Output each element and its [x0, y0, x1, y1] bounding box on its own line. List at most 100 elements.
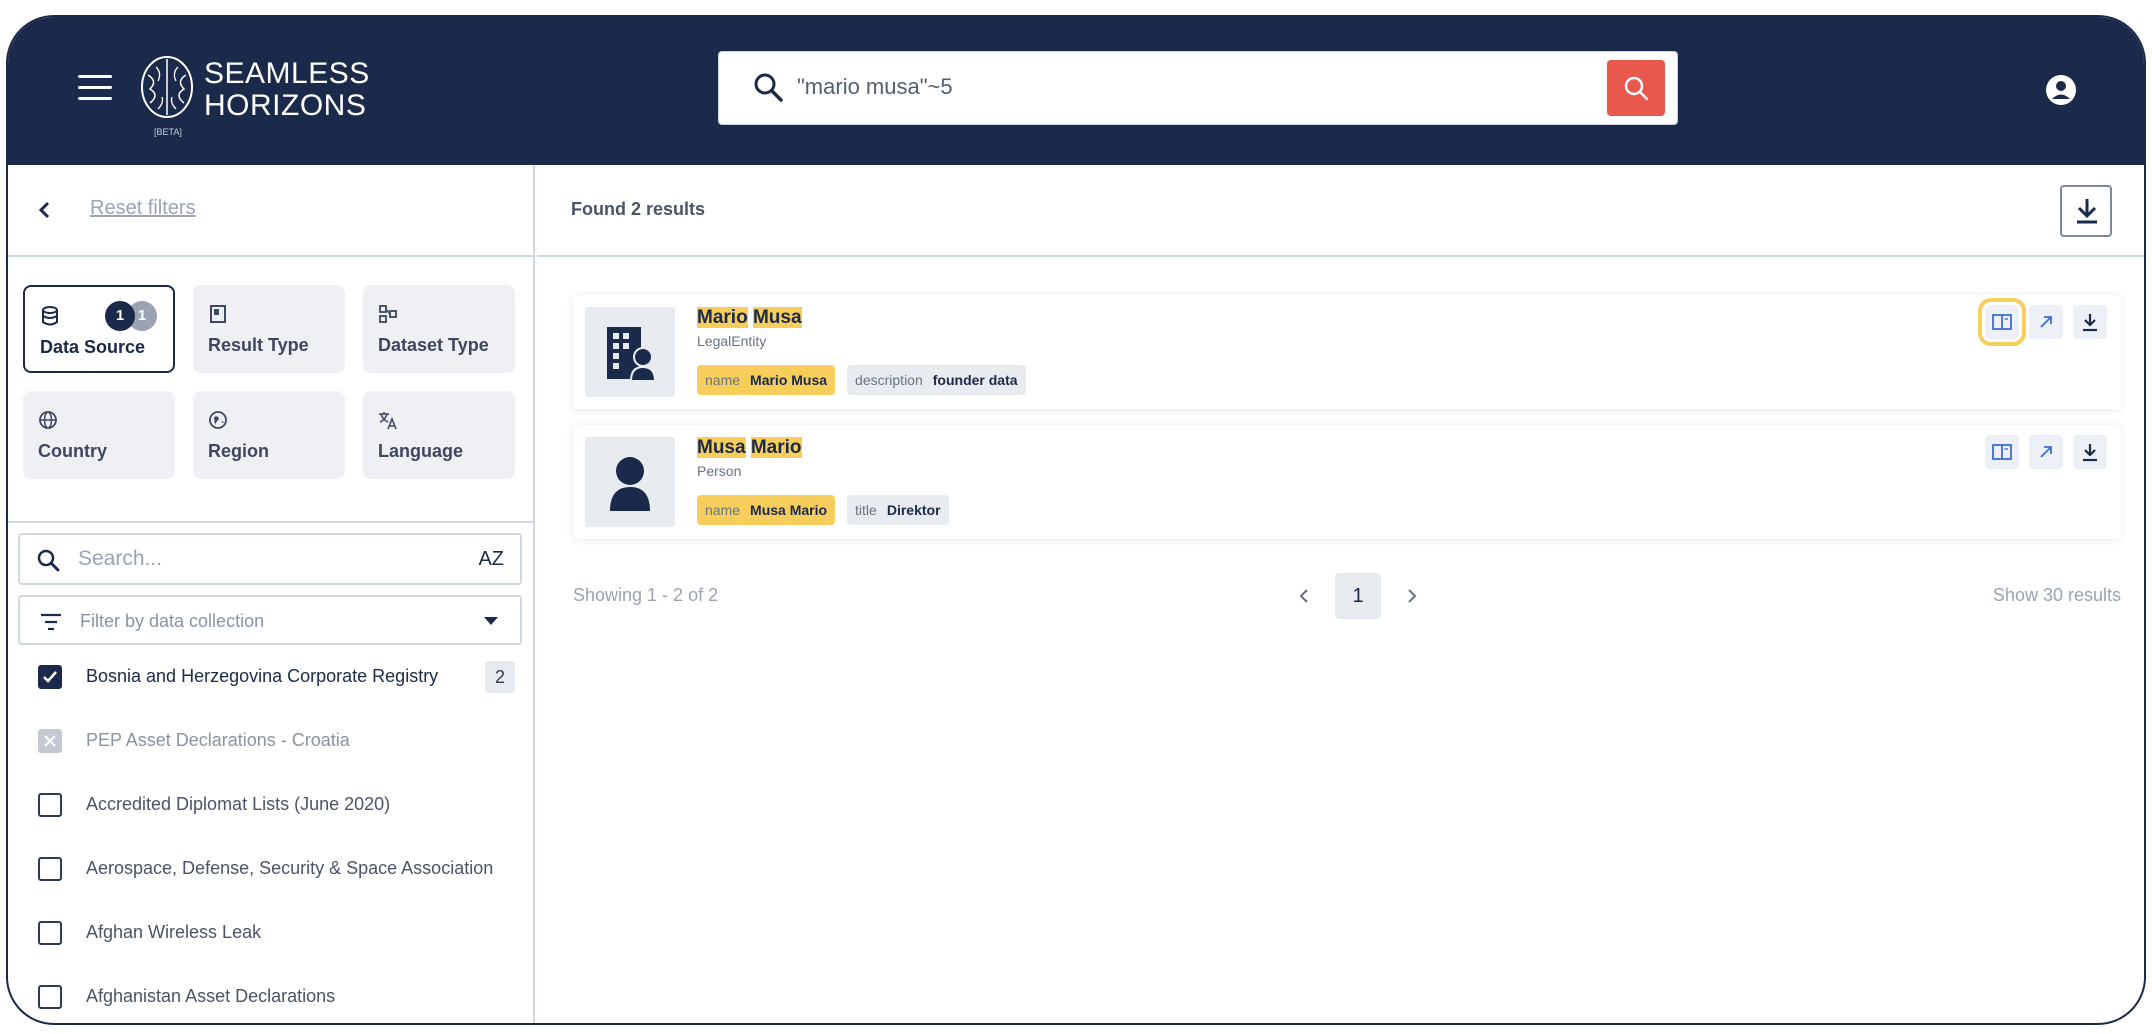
search-icon: [37, 549, 60, 572]
beta-label: [BETA]: [154, 127, 182, 137]
result-properties: name Mario Musa description founder data: [697, 365, 1026, 395]
top-bar: SEAMLESS HORIZONS [BETA] "mario musa"~5: [8, 17, 2144, 165]
search-submit-button[interactable]: [1607, 60, 1665, 116]
property-chip: name Mario Musa: [697, 365, 836, 395]
page-number-button[interactable]: 1: [1335, 573, 1381, 619]
result-actions: [1985, 435, 2107, 469]
preview-button[interactable]: [1985, 435, 2019, 469]
results-header: Found 2 results: [537, 165, 2144, 257]
download-result-button[interactable]: [2073, 305, 2107, 339]
region-icon: [209, 411, 227, 429]
property-value: Mario Musa: [750, 372, 828, 388]
property-chip: description founder data: [847, 365, 1026, 395]
facet-country[interactable]: Country: [23, 391, 175, 479]
person-icon: [610, 457, 650, 511]
highlighted-term: Mario: [750, 437, 802, 458]
facet-label: Data Source: [40, 337, 146, 357]
facet-label: Country: [38, 441, 107, 461]
caret-down-icon: [484, 617, 498, 625]
checkbox-excluded[interactable]: [38, 729, 62, 753]
facet-language[interactable]: Language: [363, 391, 515, 479]
checkbox[interactable]: [38, 921, 62, 945]
highlighted-term: Musa: [752, 307, 802, 328]
x-mark-icon: [44, 735, 56, 747]
arrow-up-right-icon: [2040, 316, 2052, 328]
chevron-right-icon[interactable]: [1403, 587, 1421, 605]
chevron-left-icon[interactable]: [34, 199, 56, 221]
sort-az-icon[interactable]: AZ: [478, 548, 504, 571]
bookmark-icon: [210, 305, 226, 323]
checkbox-checked[interactable]: [38, 665, 62, 689]
global-search-bar[interactable]: "mario musa"~5: [718, 51, 1678, 125]
search-query-text[interactable]: "mario musa"~5: [797, 74, 953, 100]
property-key: name: [705, 502, 741, 518]
dataset-item[interactable]: Accredited Diplomat Lists (June 2020): [8, 781, 533, 831]
result-title-link[interactable]: Mario Musa: [697, 307, 802, 329]
logo-line-1: SEAMLESS: [204, 57, 370, 90]
result-card[interactable]: Musa Mario Person name Musa Mario title …: [573, 425, 2121, 539]
dataset-item[interactable]: PEP Asset Declarations - Croatia: [8, 717, 533, 767]
results-per-page[interactable]: Show 30 results: [1993, 585, 2121, 606]
reset-filters-link[interactable]: Reset filters: [90, 197, 196, 220]
preview-button[interactable]: [1978, 298, 2026, 346]
showing-range: Showing 1 - 2 of 2: [573, 585, 719, 605]
account-icon[interactable]: [2044, 73, 2078, 107]
facet-data-source[interactable]: 1 1 Data Source: [23, 285, 175, 373]
dataset-item[interactable]: Afghan Wireless Leak: [8, 909, 533, 959]
download-icon: [2083, 314, 2097, 332]
divider: [8, 521, 533, 523]
logo[interactable]: SEAMLESS HORIZONS [BETA]: [138, 53, 370, 137]
filter-icon: [41, 613, 61, 631]
download-result-button[interactable]: [2073, 435, 2107, 469]
dataset-search-input[interactable]: [78, 545, 438, 573]
chevron-left-icon[interactable]: [1295, 587, 1313, 605]
result-title-link[interactable]: Musa Mario: [697, 437, 802, 459]
dataset-label: PEP Asset Declarations - Croatia: [86, 730, 350, 750]
collection-filter-dropdown[interactable]: Filter by data collection: [18, 595, 522, 645]
included-count-badge: 1: [105, 301, 135, 331]
open-external-button[interactable]: [2029, 305, 2063, 339]
pagination-bar: Showing 1 - 2 of 2 1 Show 30 results: [573, 573, 2121, 619]
dataset-item[interactable]: Afghanistan Asset Declarations: [8, 973, 533, 1023]
book-open-icon: [1992, 314, 2012, 330]
export-results-button[interactable]: [2060, 185, 2112, 237]
filter-sidebar: Reset filters 1 1 Data Source Result Typ…: [8, 165, 535, 1023]
result-actions: [1978, 298, 2107, 346]
facet-label: Language: [378, 441, 464, 461]
database-icon: [42, 306, 58, 326]
highlighted-term: Mario: [697, 307, 748, 328]
checkbox[interactable]: [38, 793, 62, 817]
result-count-badge: 2: [485, 661, 515, 693]
dataset-label: Afghanistan Asset Declarations: [86, 986, 336, 1006]
arrow-up-right-icon: [2040, 446, 2052, 458]
dataset-search: AZ: [18, 533, 522, 585]
facet-label: Dataset Type: [378, 335, 489, 355]
property-chip: title Direktor: [847, 495, 949, 525]
result-thumbnail: [585, 437, 675, 527]
dataset-label: Afghan Wireless Leak: [86, 922, 262, 942]
dataset-label: Aerospace, Defense, Security & Space Ass…: [86, 858, 494, 878]
facet-dataset-type[interactable]: Dataset Type: [363, 285, 515, 373]
results-count: Found 2 results: [571, 199, 706, 219]
facet-region[interactable]: Region: [193, 391, 345, 479]
download-icon: [2077, 199, 2097, 224]
book-open-icon: [1992, 444, 2012, 460]
app-window: SEAMLESS HORIZONS [BETA] "mario musa"~5: [6, 15, 2146, 1025]
open-external-button[interactable]: [2029, 435, 2063, 469]
download-icon: [2083, 444, 2097, 462]
facet-result-type[interactable]: Result Type: [193, 285, 345, 373]
sidebar-header: Reset filters: [8, 165, 533, 257]
result-type: LegalEntity: [697, 333, 767, 349]
result-properties: name Musa Mario title Direktor: [697, 495, 949, 525]
property-value: founder data: [932, 372, 1018, 388]
result-card[interactable]: Mario Musa LegalEntity name Mario Musa d…: [573, 295, 2121, 409]
logo-line-2: HORIZONS: [204, 89, 367, 122]
hamburger-menu-icon[interactable]: [78, 75, 112, 103]
results-panel: Found 2 results Mario Musa LegalEntity n…: [537, 165, 2144, 1023]
dataset-item[interactable]: Aerospace, Defense, Security & Space Ass…: [8, 845, 533, 895]
checkbox[interactable]: [38, 985, 62, 1009]
dataset-item[interactable]: Bosnia and Herzegovina Corporate Registr…: [8, 653, 533, 703]
checkbox[interactable]: [38, 857, 62, 881]
dataset-label: Bosnia and Herzegovina Corporate Registr…: [86, 666, 439, 686]
facet-label: Region: [208, 441, 269, 461]
